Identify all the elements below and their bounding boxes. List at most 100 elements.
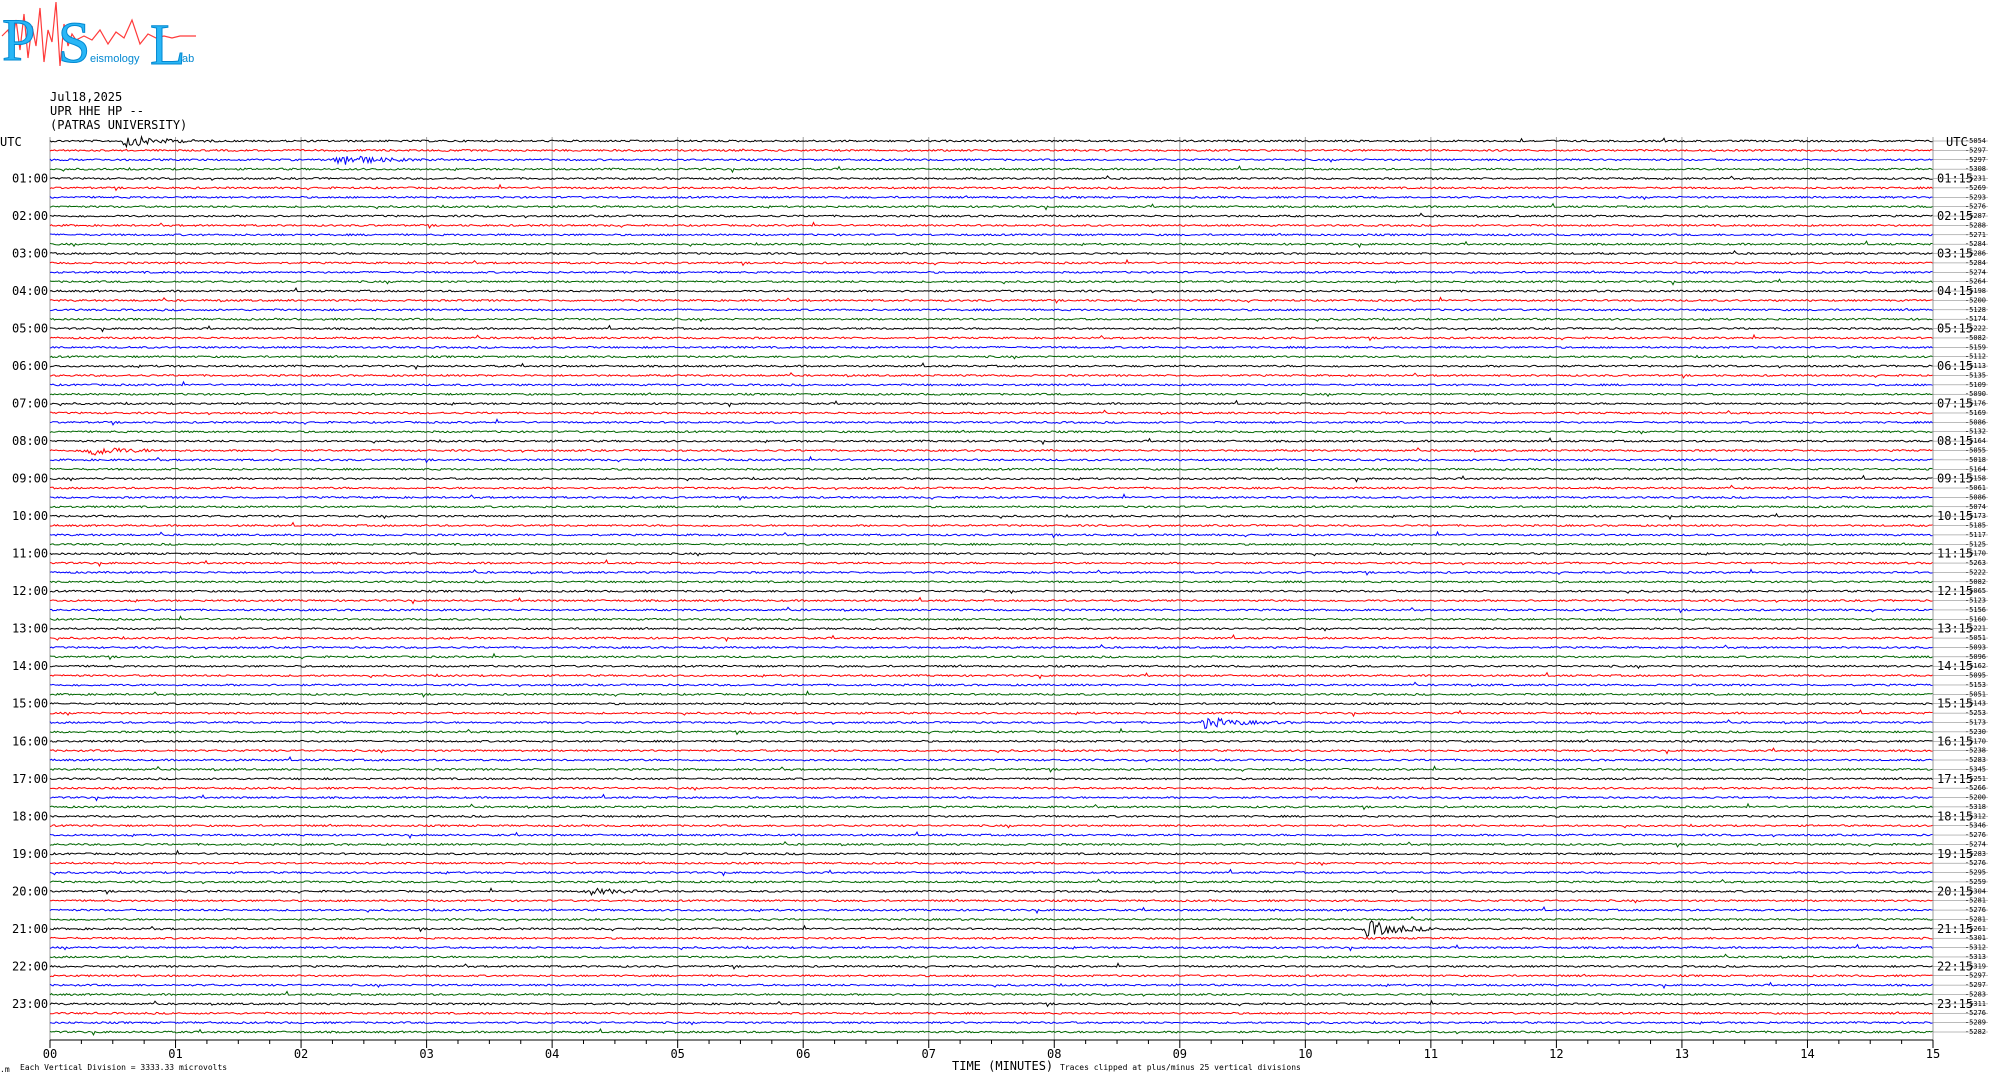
trace-offset-label: -5276 bbox=[1965, 859, 1986, 867]
left-hour-label: 10:00 bbox=[12, 509, 48, 523]
trace-offset-label: -5200 bbox=[1965, 794, 1986, 802]
trace-offset-label: -5295 bbox=[1965, 869, 1986, 877]
trace-offset-label: -5311 bbox=[1965, 1000, 1986, 1008]
trace-offset-label: -5086 bbox=[1965, 418, 1986, 426]
left-hour-label: 13:00 bbox=[12, 622, 48, 636]
x-tick-label: 13 bbox=[1675, 1047, 1689, 1061]
trace-offset-label: -5065 bbox=[1965, 587, 1986, 595]
seismic-trace bbox=[49, 626, 1933, 632]
seismic-trace bbox=[49, 878, 1933, 885]
seismic-trace bbox=[49, 681, 1933, 688]
trace-offset-label: -5135 bbox=[1965, 371, 1986, 379]
trace-offset-label: -5054 bbox=[1965, 137, 1986, 145]
seismic-trace bbox=[49, 664, 1933, 670]
seismic-trace bbox=[49, 296, 1933, 304]
seismic-trace bbox=[49, 580, 1933, 584]
trace-offset-label: -5159 bbox=[1965, 343, 1986, 351]
seismic-trace bbox=[49, 690, 1933, 698]
seismic-trace bbox=[49, 155, 1933, 165]
trace-offset-label: -5283 bbox=[1965, 990, 1986, 998]
trace-offset-label: -5276 bbox=[1965, 203, 1986, 211]
seismic-trace bbox=[49, 906, 1933, 915]
trace-offset-label: -5276 bbox=[1965, 831, 1986, 839]
trace-offset-label: -5304 bbox=[1965, 887, 1986, 895]
seismic-trace bbox=[49, 898, 1933, 904]
trace-offset-label: -5169 bbox=[1965, 409, 1986, 417]
x-tick-label: 15 bbox=[1926, 1047, 1940, 1061]
seismic-trace bbox=[49, 962, 1933, 970]
right-axis-title: UTC bbox=[1946, 135, 1968, 149]
trace-offset-label: -5143 bbox=[1965, 700, 1986, 708]
trace-offset-label: -5090 bbox=[1965, 390, 1986, 398]
seismic-trace bbox=[49, 530, 1933, 539]
trace-offset-label: -5293 bbox=[1965, 193, 1986, 201]
left-hour-label: 17:00 bbox=[12, 772, 48, 786]
seismic-trace bbox=[49, 981, 1933, 990]
seismic-trace bbox=[49, 474, 1933, 483]
trace-offset-label: -5123 bbox=[1965, 597, 1986, 605]
seismic-trace bbox=[49, 270, 1933, 274]
seismic-trace bbox=[49, 418, 1933, 426]
seismic-trace bbox=[49, 887, 1933, 897]
seismic-trace bbox=[49, 739, 1933, 743]
seismic-trace bbox=[49, 559, 1933, 568]
x-tick-label: 11 bbox=[1424, 1047, 1438, 1061]
left-hour-label: 22:00 bbox=[12, 959, 48, 973]
seismic-trace bbox=[49, 165, 1933, 174]
trace-offset-label: -5061 bbox=[1965, 484, 1986, 492]
seismic-trace bbox=[50, 1011, 1933, 1015]
trace-offset-label: -5164 bbox=[1965, 465, 1986, 473]
seismic-trace bbox=[49, 183, 1933, 192]
seismic-trace bbox=[49, 920, 1933, 938]
seismic-trace bbox=[49, 568, 1933, 576]
seismic-trace bbox=[49, 195, 1933, 201]
x-tick-label: 00 bbox=[43, 1047, 57, 1061]
left-hour-label: 07:00 bbox=[12, 397, 48, 411]
left-hour-label: 03:00 bbox=[12, 247, 48, 261]
seismic-trace bbox=[49, 634, 1933, 643]
trace-offset-label: -5301 bbox=[1965, 934, 1986, 942]
seismic-trace bbox=[49, 671, 1933, 680]
trace-offset-label: -5055 bbox=[1965, 447, 1986, 455]
trace-offset-label: -5198 bbox=[1965, 287, 1986, 295]
trace-offset-label: -5319 bbox=[1965, 962, 1986, 970]
seismic-trace bbox=[49, 134, 1933, 149]
seismic-trace bbox=[49, 362, 1933, 371]
seismic-trace bbox=[49, 148, 1933, 153]
seismic-trace bbox=[49, 447, 1933, 456]
trace-offset-label: -5109 bbox=[1965, 381, 1986, 389]
seismic-trace bbox=[49, 392, 1933, 398]
trace-offset-label: -5271 bbox=[1965, 231, 1986, 239]
seismic-trace bbox=[49, 973, 1933, 978]
trace-offset-label: -5253 bbox=[1965, 709, 1986, 717]
trace-offset-label: -5173 bbox=[1965, 718, 1986, 726]
trace-offset-label: -5297 bbox=[1965, 146, 1986, 154]
seismic-trace bbox=[49, 756, 1933, 763]
trace-offset-label: -5164 bbox=[1965, 437, 1986, 445]
x-tick-label: 09 bbox=[1173, 1047, 1187, 1061]
trace-offset-label: -5251 bbox=[1965, 775, 1986, 783]
trace-offset-label: -5086 bbox=[1965, 493, 1986, 501]
left-hour-label: 06:00 bbox=[12, 359, 48, 373]
seismic-trace bbox=[49, 1020, 1933, 1026]
clip-note: Traces clipped at plus/minus 25 vertical… bbox=[1060, 1063, 1301, 1072]
seismic-trace bbox=[49, 202, 1933, 211]
seismic-trace bbox=[49, 727, 1933, 736]
left-hour-label: 21:00 bbox=[12, 922, 48, 936]
seismic-trace bbox=[50, 399, 1933, 408]
left-hour-labels: 01:00 02:00 03:00 04:00 05:00 06:00 07:00 08:00… bbox=[12, 172, 48, 1011]
left-hour-label: 12:00 bbox=[12, 584, 48, 598]
seismic-trace bbox=[49, 258, 1933, 267]
trace-offset-label: -5174 bbox=[1965, 315, 1986, 323]
seismic-trace bbox=[49, 776, 1933, 781]
seismic-trace bbox=[49, 307, 1933, 312]
seismic-trace bbox=[49, 701, 1933, 706]
trace-offset-label: -5153 bbox=[1965, 681, 1986, 689]
seismic-trace bbox=[49, 990, 1933, 997]
x-tick-label: 05 bbox=[670, 1047, 684, 1061]
trace-offset-label: -5312 bbox=[1965, 944, 1986, 952]
seismic-traces bbox=[49, 134, 1933, 1037]
seismic-trace bbox=[49, 278, 1933, 286]
seismic-trace bbox=[49, 793, 1933, 802]
seismic-trace bbox=[49, 716, 1933, 730]
